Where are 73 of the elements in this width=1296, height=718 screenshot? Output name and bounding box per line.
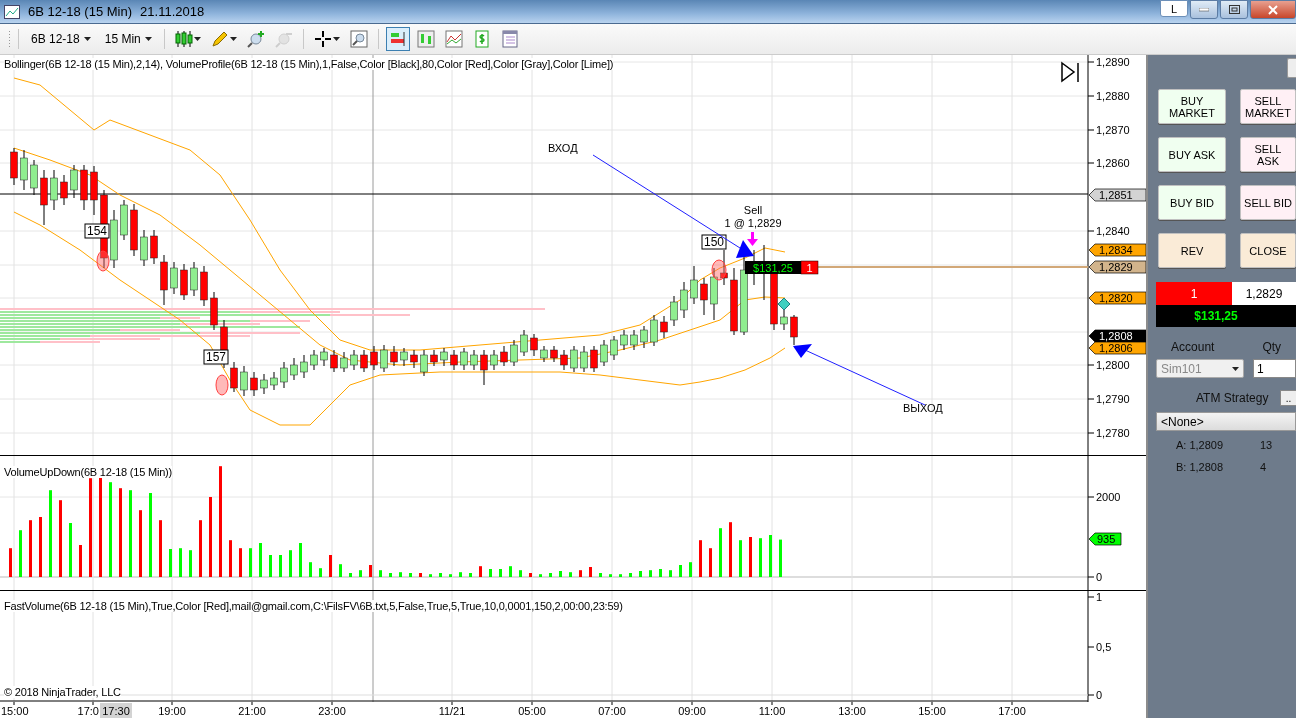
time-label: 17:00 — [998, 705, 1026, 717]
window-title: 6B 12-18 (15 Min) — [28, 4, 133, 19]
axis-label: 0 — [1096, 689, 1103, 701]
price-tag-label: 1,2808 — [1099, 330, 1133, 342]
atm-strategy-label: ATM Strategy — [1196, 391, 1269, 405]
time-label: 15:00 — [918, 705, 946, 717]
pnl-label: $131,25 — [745, 261, 801, 274]
time-label: 17:0 — [77, 705, 99, 717]
axis-label: 1,2880 — [1096, 90, 1130, 102]
order-button[interactable]: BUY ASK — [1158, 137, 1226, 172]
atm-strategy-dropdown[interactable]: <None> — [1156, 412, 1296, 431]
execution-detail: 1 @ 1,2829 — [724, 217, 782, 229]
bar-count-label: 154 — [84, 223, 110, 239]
time-label: 11:00 — [758, 705, 786, 717]
order-button[interactable]: SELL ASK — [1240, 137, 1296, 172]
qty-label: Qty — [1261, 340, 1283, 354]
entry-label: ВХОД — [548, 142, 578, 154]
axis-label: 0,5 — [1096, 641, 1112, 653]
time-label: 07:00 — [598, 705, 626, 717]
cursor-time-label: 17:30 — [100, 703, 132, 718]
order-button[interactable]: CLOSE — [1240, 233, 1296, 268]
qty-field[interactable]: 1 — [1253, 359, 1296, 378]
axis-label: 1,2790 — [1096, 393, 1130, 405]
axis-label: 1,2890 — [1096, 56, 1130, 68]
layout-button[interactable]: L — [1160, 0, 1188, 17]
axis-label: 1,2860 — [1096, 157, 1130, 169]
position-price: 1,2829 — [1232, 282, 1296, 305]
axis-label: 2000 — [1096, 491, 1121, 503]
axis-label: 0 — [1096, 571, 1103, 583]
time-label: 15:00 — [1, 705, 29, 717]
price-tag-label: 1,2806 — [1099, 342, 1133, 354]
order-button[interactable]: BUY MARKET — [1158, 89, 1226, 124]
time-label: 13:00 — [838, 705, 866, 717]
quote-size: 4 — [1260, 461, 1267, 475]
quote-price: A: 1,2809 — [1176, 439, 1225, 453]
window-date: 21.11.2018 — [140, 4, 205, 19]
order-button[interactable]: REV — [1158, 233, 1226, 268]
bar-count-label: 157 — [203, 349, 229, 365]
price-tag-label: 1,2851 — [1099, 189, 1133, 201]
quote-price: B: 1,2808 — [1176, 461, 1225, 475]
order-button[interactable]: BUY BID — [1158, 185, 1226, 220]
axis-label: 1,2840 — [1096, 225, 1130, 237]
atm-button[interactable]: .. — [1280, 390, 1296, 406]
instrument-dropdown[interactable]: 6B 12-18 — [26, 30, 96, 48]
position-pnl: $131,25 — [1156, 305, 1296, 327]
volume-tag-label: 935 — [1097, 533, 1116, 545]
axis-label: 1,2800 — [1096, 359, 1130, 371]
account-label: Account — [1170, 340, 1216, 354]
axis-label: 1,2780 — [1096, 427, 1130, 439]
time-label: 05:00 — [518, 705, 546, 717]
quote-size: 13 — [1260, 439, 1273, 453]
interval-dropdown[interactable]: 15 Min — [99, 30, 157, 48]
time-label: 19:00 — [158, 705, 186, 717]
execution-label: Sell — [743, 204, 763, 216]
indicator-label: VolumeUpDown(6B 12-18 (15 Min)) — [4, 466, 173, 478]
indicator-label: Bollinger(6B 12-18 (15 Min),2,14), VolumeProfile(6B 12-18 (15 Min),1,False,Color [Black],80,Color [Red],Color [Gray],Color [Lime]) — [4, 58, 614, 70]
indicator-label: FastVolume(6B 12-18 (15 Min),True,Color [Red],mail@gmail.com,C:\FilsFV\6B.txt,5,False,True,5,True,10,0,0001,150,2,00:00,23:59) — [4, 600, 623, 612]
bar-count-label: 150 — [701, 234, 727, 250]
exit-label: ВЫХОД — [903, 402, 943, 414]
axis-label: 1 — [1096, 591, 1103, 603]
price-tag-label: 1,2834 — [1099, 244, 1133, 256]
time-label: 21:00 — [238, 705, 266, 717]
price-tag-label: 1,2820 — [1099, 292, 1133, 304]
position-quantity: 1 — [1156, 282, 1232, 305]
price-tag-label: 1,2829 — [1099, 261, 1133, 273]
quantity-label: 1 — [800, 260, 819, 275]
time-label: 23:00 — [318, 705, 346, 717]
time-label: 09:00 — [678, 705, 706, 717]
axis-label: 1,2870 — [1096, 124, 1130, 136]
copyright-text: © 2018 NinjaTrader, LLC — [4, 686, 121, 698]
order-button[interactable]: SELL BID — [1240, 185, 1296, 220]
order-button[interactable]: SELL MARKET — [1240, 89, 1296, 124]
time-label: 11/21 — [438, 705, 466, 717]
